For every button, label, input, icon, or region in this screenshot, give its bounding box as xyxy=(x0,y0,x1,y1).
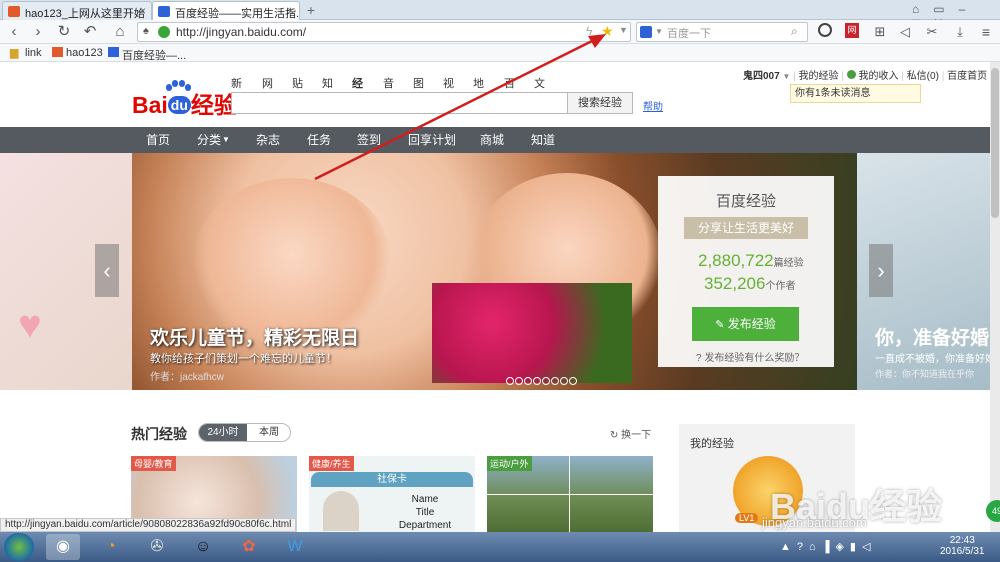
start-button[interactable] xyxy=(4,533,34,561)
clock-time: 22:43 xyxy=(949,535,975,546)
scroll-thumb[interactable] xyxy=(991,68,999,218)
clock-date: 2016/5/31 xyxy=(940,546,985,557)
tray-icons[interactable]: ▲?⌂▐◈▮◁ xyxy=(780,540,876,553)
colorful-app-icon[interactable]: ✿ xyxy=(232,534,266,560)
qq-icon[interactable]: ☺ xyxy=(186,534,220,560)
taskbar: ◉ ◔ ✇ ☺ ✿ W ▲?⌂▐◈▮◁ 22:43 2016/5/31 xyxy=(0,532,1000,562)
annotation-arrow xyxy=(314,34,606,181)
media-player-icon[interactable]: ✇ xyxy=(140,534,174,560)
wifi-app-icon[interactable]: ◔ xyxy=(94,534,128,560)
status-url: http://jingyan.baidu.com/article/9080802… xyxy=(0,518,297,532)
wps-icon[interactable]: W xyxy=(278,534,312,560)
clock[interactable]: 22:43 2016/5/31 xyxy=(940,535,985,557)
browser-taskbar-icon[interactable]: ◉ xyxy=(46,534,80,560)
scrollbar[interactable] xyxy=(990,62,1000,532)
